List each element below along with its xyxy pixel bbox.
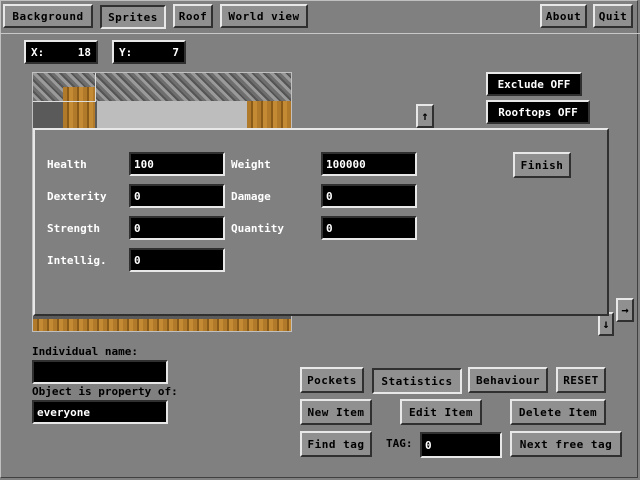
damage-field[interactable]: 0 [321, 184, 417, 208]
intellig-field[interactable]: 0 [129, 248, 225, 272]
dexterity-field[interactable]: 0 [129, 184, 225, 208]
quit-button[interactable]: Quit [593, 4, 633, 28]
exclude-toggle[interactable]: Exclude OFF [486, 72, 582, 96]
rooftops-toggle[interactable]: Rooftops OFF [486, 100, 590, 124]
tag-label: TAG: [386, 437, 413, 450]
strength-label: Strength [47, 222, 100, 235]
find-tag-button[interactable]: Find tag [300, 431, 372, 457]
reset-button[interactable]: RESET [556, 367, 606, 393]
quantity-field[interactable]: 0 [321, 216, 417, 240]
edit-item-button[interactable]: Edit Item [400, 399, 482, 425]
roof-button[interactable]: Roof [173, 4, 213, 28]
statistics-panel: Health 100 Dexterity 0 Strength 0 Intell… [33, 128, 609, 316]
dexterity-label: Dexterity [47, 190, 107, 203]
health-label: Health [47, 158, 87, 171]
finish-button[interactable]: Finish [513, 152, 571, 178]
damage-label: Damage [231, 190, 271, 203]
individual-name-field[interactable] [32, 360, 168, 384]
x-label: X: [31, 45, 45, 59]
new-item-button[interactable]: New Item [300, 399, 372, 425]
x-coordinate-display: X: 18 [24, 40, 98, 64]
weight-field[interactable]: 100000 [321, 152, 417, 176]
world-view-button[interactable]: World view [220, 4, 308, 28]
x-value: 18 [77, 45, 91, 59]
quantity-label: Quantity [231, 222, 284, 235]
scroll-up-arrow-icon[interactable]: ↑ [416, 104, 434, 128]
y-coordinate-display: Y: 7 [112, 40, 186, 64]
health-field[interactable]: 100 [129, 152, 225, 176]
cursor-outline [33, 73, 96, 102]
about-button[interactable]: About [540, 4, 587, 28]
behaviour-button[interactable]: Behaviour [468, 367, 548, 393]
delete-item-button[interactable]: Delete Item [510, 399, 606, 425]
weight-label: Weight [231, 158, 271, 171]
property-label: Object is property of: [32, 385, 178, 398]
next-free-tag-button[interactable]: Next free tag [510, 431, 622, 457]
background-button[interactable]: Background [3, 4, 93, 28]
individual-name-label: Individual name: [32, 345, 138, 358]
statistics-button[interactable]: Statistics [372, 368, 462, 394]
intellig-label: Intellig. [47, 254, 107, 267]
pockets-button[interactable]: Pockets [300, 367, 364, 393]
y-label: Y: [119, 45, 133, 59]
tag-field[interactable]: 0 [420, 432, 502, 458]
y-value: 7 [172, 45, 179, 59]
toolbar-separator [0, 33, 640, 34]
property-field[interactable]: everyone [32, 400, 168, 424]
wooden-wall-right [247, 101, 291, 131]
wooden-wall-bottom [33, 319, 291, 331]
strength-field[interactable]: 0 [129, 216, 225, 240]
sprites-button[interactable]: Sprites [100, 5, 166, 29]
scroll-right-arrow-icon[interactable]: → [616, 298, 634, 322]
room-floor [97, 101, 247, 131]
